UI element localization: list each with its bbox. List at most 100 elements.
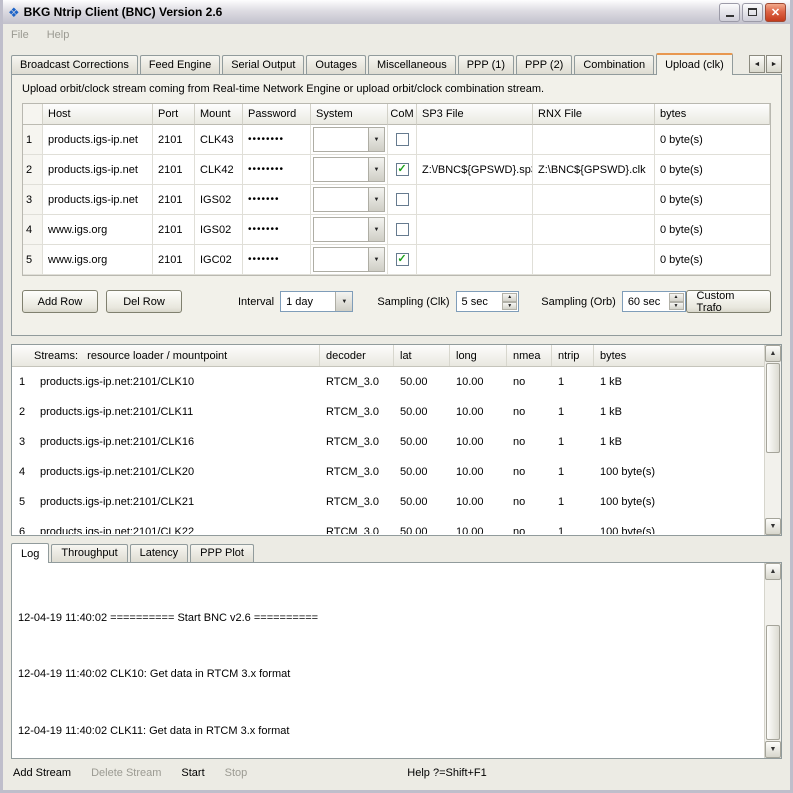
title-bar[interactable]: ❖ BKG Ntrip Client (BNC) Version 2.6 ✕ [3,0,790,24]
tab-label: PPP (2) [525,59,563,71]
streams-scrollbar[interactable]: ▲ ▼ [764,345,781,535]
host-cell[interactable]: www.igs.org [43,215,153,245]
chevron-down-icon[interactable]: ▼ [368,188,384,211]
port-cell[interactable]: 2101 [153,155,195,185]
scrollbar-thumb[interactable] [766,363,780,453]
port-cell[interactable]: 2101 [153,185,195,215]
tab[interactable]: Broadcast Corrections [11,55,138,74]
rnx-file-cell[interactable] [533,245,655,275]
tab[interactable]: Combination [574,55,654,74]
system-combo[interactable]: ▼ [311,245,388,275]
port-cell[interactable]: 2101 [153,125,195,155]
interval-combo[interactable]: 1 day ▼ [280,291,353,312]
stream-row[interactable]: 4 products.igs-ip.net:2101/CLK20 RTCM_3.… [12,457,781,487]
mount-cell[interactable]: IGS02 [195,185,243,215]
header-password: Password [243,104,311,125]
maximize-button[interactable] [742,3,763,22]
chevron-down-icon[interactable]: ▼ [335,292,352,311]
port-cell[interactable]: 2101 [153,245,195,275]
menu-item[interactable]: File [11,29,29,41]
system-combo[interactable]: ▼ [311,185,388,215]
scroll-down-icon[interactable]: ▼ [765,741,781,758]
tab[interactable]: Miscellaneous [368,55,456,74]
del-row-button[interactable]: Del Row [106,290,182,313]
rnx-file-cell[interactable] [533,215,655,245]
sp3-file-cell[interactable] [417,125,533,155]
mount-cell[interactable]: IGS02 [195,215,243,245]
scrollbar-thumb[interactable] [766,625,780,740]
tab-scroll-right-icon[interactable]: ► [766,55,782,73]
stream-long: 10.00 [450,436,507,448]
stream-row[interactable]: 5 products.igs-ip.net:2101/CLK21 RTCM_3.… [12,487,781,517]
host-cell[interactable]: www.igs.org [43,245,153,275]
close-button[interactable]: ✕ [765,3,786,22]
tab[interactable]: Serial Output [222,55,304,74]
mount-cell[interactable]: IGC02 [195,245,243,275]
rnx-file-cell[interactable] [533,125,655,155]
mount-cell[interactable]: CLK42 [195,155,243,185]
stream-row[interactable]: 6 products.igs-ip.net:2101/CLK22 RTCM_3.… [12,517,781,534]
password-cell[interactable]: ••••••• [243,245,311,275]
password-cell[interactable]: ••••••• [243,185,311,215]
delete-stream-action[interactable]: Delete Stream [91,767,161,779]
chevron-down-icon[interactable]: ▼ [368,218,384,241]
sampling-orb-spinner[interactable]: 60 sec ▲ ▼ [622,291,686,312]
bottom-tab[interactable]: Throughput [51,544,127,562]
log-scrollbar[interactable]: ▲ ▼ [764,563,781,758]
bottom-tab[interactable]: Log [11,543,49,563]
mount-cell[interactable]: CLK43 [195,125,243,155]
stream-row[interactable]: 1 products.igs-ip.net:2101/CLK10 RTCM_3.… [12,367,781,397]
host-cell[interactable]: products.igs-ip.net [43,125,153,155]
system-combo[interactable]: ▼ [311,215,388,245]
sp3-file-cell[interactable]: Z:\/BNC${GPSWD}.sp3 [417,155,533,185]
tab-label: Upload (clk) [665,59,724,71]
chevron-up-icon[interactable]: ▲ [502,293,517,302]
custom-trafo-button[interactable]: Custom Trafo [686,290,771,313]
bottom-tab[interactable]: PPP Plot [190,544,254,562]
password-cell[interactable]: •••••••• [243,155,311,185]
scroll-up-icon[interactable]: ▲ [765,563,781,580]
system-combo[interactable]: ▼ [311,125,388,155]
com-checkbox[interactable] [396,133,409,146]
rnx-file-cell[interactable]: Z:\BNC${GPSWD}.clk [533,155,655,185]
sp3-file-cell[interactable] [417,185,533,215]
tab-scroll-left-icon[interactable]: ◄ [749,55,765,73]
menu-item[interactable]: Help [47,29,70,41]
com-checkbox[interactable] [396,163,409,176]
rnx-file-cell[interactable] [533,185,655,215]
sampling-clk-spinner[interactable]: 5 sec ▲ ▼ [456,291,520,312]
add-stream-action[interactable]: Add Stream [13,767,71,779]
bottom-tab[interactable]: Latency [130,544,189,562]
start-action[interactable]: Start [181,767,204,779]
password-cell[interactable]: ••••••• [243,215,311,245]
stream-row[interactable]: 3 products.igs-ip.net:2101/CLK16 RTCM_3.… [12,427,781,457]
tab[interactable]: Upload (clk) [656,53,733,75]
port-cell[interactable]: 2101 [153,215,195,245]
sp3-file-cell[interactable] [417,245,533,275]
scroll-up-icon[interactable]: ▲ [765,345,781,362]
com-checkbox[interactable] [396,223,409,236]
sp3-file-cell[interactable] [417,215,533,245]
stream-row[interactable]: 2 products.igs-ip.net:2101/CLK11 RTCM_3.… [12,397,781,427]
tab[interactable]: Feed Engine [140,55,220,74]
chevron-down-icon[interactable]: ▼ [669,302,684,311]
tab[interactable]: Outages [306,55,366,74]
add-row-button[interactable]: Add Row [22,290,98,313]
interval-value: 1 day [286,296,313,308]
chevron-down-icon[interactable]: ▼ [502,302,517,311]
host-cell[interactable]: products.igs-ip.net [43,185,153,215]
chevron-up-icon[interactable]: ▲ [669,293,684,302]
tab[interactable]: PPP (1) [458,55,514,74]
chevron-down-icon[interactable]: ▼ [368,158,384,181]
com-checkbox[interactable] [396,253,409,266]
chevron-down-icon[interactable]: ▼ [368,248,384,271]
host-cell[interactable]: products.igs-ip.net [43,155,153,185]
chevron-down-icon[interactable]: ▼ [368,128,384,151]
minimize-button[interactable] [719,3,740,22]
scroll-down-icon[interactable]: ▼ [765,518,781,535]
tab[interactable]: PPP (2) [516,55,572,74]
system-combo[interactable]: ▼ [311,155,388,185]
password-cell[interactable]: •••••••• [243,125,311,155]
stop-action[interactable]: Stop [225,767,248,779]
com-checkbox[interactable] [396,193,409,206]
